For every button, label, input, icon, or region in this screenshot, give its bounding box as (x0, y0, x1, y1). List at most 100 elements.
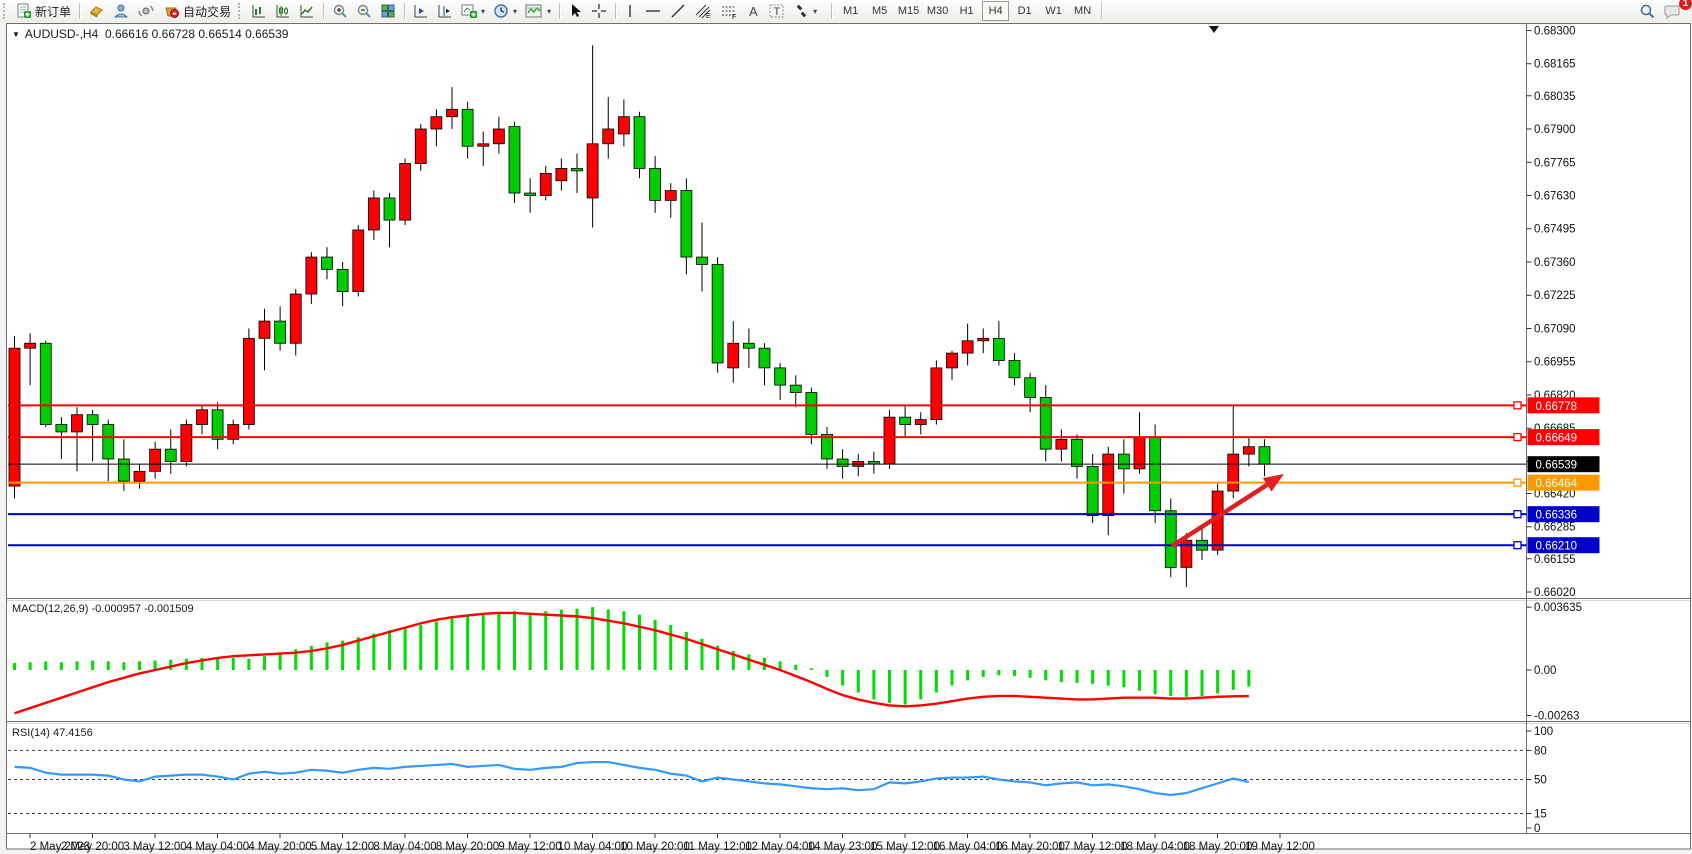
auto-trading-icon (163, 3, 180, 19)
candlestick-chart-icon (275, 3, 291, 19)
tab-timeframe-m15[interactable]: M15 (895, 1, 922, 21)
templates-button[interactable]: ▾ (521, 1, 555, 21)
auto-trading-button[interactable]: 自动交易 (159, 1, 235, 21)
cursor-icon (568, 3, 583, 19)
price-tick-label: 0.66285 (1534, 522, 1576, 534)
candlestick-chart-button[interactable] (271, 1, 295, 21)
macd-tick-label: 0.00 (1534, 665, 1556, 677)
price-tick-label: 0.67090 (1534, 323, 1576, 335)
new-chart-button[interactable]: ▾ (457, 1, 489, 21)
candle-body (103, 425, 114, 459)
tile-windows-icon (380, 3, 396, 19)
svg-text:F: F (732, 14, 736, 19)
candle-body (931, 368, 942, 420)
price-badge-label: 0.66539 (1536, 460, 1578, 472)
trendline-button[interactable] (666, 1, 690, 21)
time-tick-label: 11 May 12:00 (683, 841, 752, 853)
template-icon (525, 3, 543, 19)
tab-timeframe-h1[interactable]: H1 (953, 1, 980, 21)
candle-body (1150, 437, 1161, 511)
candle-body (337, 269, 348, 291)
equidistant-channel-button[interactable]: E (690, 1, 716, 21)
news-button[interactable] (134, 1, 159, 21)
rsi-value: 47.4156 (53, 727, 93, 739)
candle-body (665, 191, 676, 201)
candle-body (212, 410, 223, 440)
tab-timeframe-mn[interactable]: MN (1069, 1, 1096, 21)
candle-body (322, 257, 333, 269)
tab-timeframe-m1[interactable]: M1 (837, 1, 864, 21)
new-order-icon (16, 3, 32, 19)
text-button[interactable]: A (742, 1, 764, 21)
tab-timeframe-m30[interactable]: M30 (924, 1, 951, 21)
fibonacci-button[interactable]: F (716, 1, 742, 21)
candle-body (884, 417, 895, 464)
rsi-label: RSI(14) 47.4156 (12, 727, 93, 739)
tab-timeframe-d1[interactable]: D1 (1011, 1, 1038, 21)
charts-list-button[interactable] (84, 1, 109, 21)
candle-body (384, 198, 395, 220)
time-tick-label: 2 May 20:00 (61, 841, 124, 853)
price-badge-label: 0.66778 (1536, 401, 1578, 413)
time-tick-label: 5 May 12:00 (311, 841, 374, 853)
chevron-down-icon: ▾ (481, 7, 485, 16)
vertical-line-button[interactable] (620, 1, 640, 21)
separator (559, 3, 560, 19)
crosshair-button[interactable] (587, 1, 611, 21)
rsi-tick-label: 50 (1534, 775, 1547, 787)
tab-timeframe-h4[interactable]: H4 (982, 1, 1009, 21)
time-tick-label: 9 May 12:00 (498, 841, 561, 853)
candle-body (290, 294, 301, 343)
horizontal-line-button[interactable] (640, 1, 666, 21)
candle-body (540, 173, 551, 195)
symbol-dropdown-icon[interactable]: ▼ (12, 30, 20, 39)
tile-windows-button[interactable] (376, 1, 400, 21)
new-chart-icon (461, 3, 477, 19)
chart-area[interactable]: 0.683000.681650.680350.679000.677650.676… (0, 22, 1692, 854)
toolbar-grip (3, 3, 9, 19)
tab-timeframe-m5[interactable]: M5 (866, 1, 893, 21)
arrows-button[interactable]: ▾ (789, 1, 821, 21)
candle-body (25, 343, 36, 348)
bar-chart-icon (251, 3, 267, 19)
price-tick-label: 0.66155 (1534, 554, 1576, 566)
candle-body (197, 410, 208, 425)
candle-body (1087, 466, 1098, 515)
tab-timeframe-w1[interactable]: W1 (1040, 1, 1067, 21)
macd-tick-label: 0.003635 (1534, 602, 1582, 614)
candle-body (353, 230, 364, 292)
zoom-in-icon (332, 3, 348, 19)
candle-body (1009, 361, 1020, 378)
horizontal-line-icon (644, 3, 662, 19)
candle-body (634, 117, 645, 169)
profiles-button[interactable] (109, 1, 134, 21)
line-chart-button[interactable] (295, 1, 319, 21)
candle-body (978, 338, 989, 340)
chart-window: 0.683000.681650.680350.679000.677650.676… (0, 22, 1692, 854)
price-tick-label: 0.68165 (1534, 59, 1576, 71)
candle-body (9, 348, 20, 486)
price-tick-label: 0.67765 (1534, 157, 1576, 169)
zoom-in-button[interactable] (328, 1, 352, 21)
rsi-name: RSI(14) (12, 727, 50, 739)
price-badge-label: 0.66210 (1536, 541, 1578, 553)
candle-body (790, 385, 801, 392)
level-anchor-marker (1514, 479, 1521, 486)
cursor-button[interactable] (564, 1, 587, 21)
periods-button[interactable]: ▾ (489, 1, 521, 21)
chart-shift-button[interactable] (433, 1, 457, 21)
new-order-button[interactable]: 新订单 (12, 1, 75, 21)
auto-scroll-button[interactable] (409, 1, 433, 21)
clock-icon (493, 3, 509, 19)
svg-text:E: E (706, 13, 711, 19)
zoom-out-button[interactable] (352, 1, 376, 21)
bar-chart-button[interactable] (247, 1, 271, 21)
candle-body (118, 459, 129, 481)
candle-body (837, 459, 848, 466)
candle-body (525, 193, 536, 195)
notifications-button[interactable]: 1 (1660, 1, 1686, 21)
text-label-button[interactable]: T (764, 1, 789, 21)
search-button[interactable] (1635, 1, 1660, 21)
price-badge-label: 0.66336 (1536, 510, 1578, 522)
time-tick-label: 16 May 20:00 (995, 841, 1065, 853)
